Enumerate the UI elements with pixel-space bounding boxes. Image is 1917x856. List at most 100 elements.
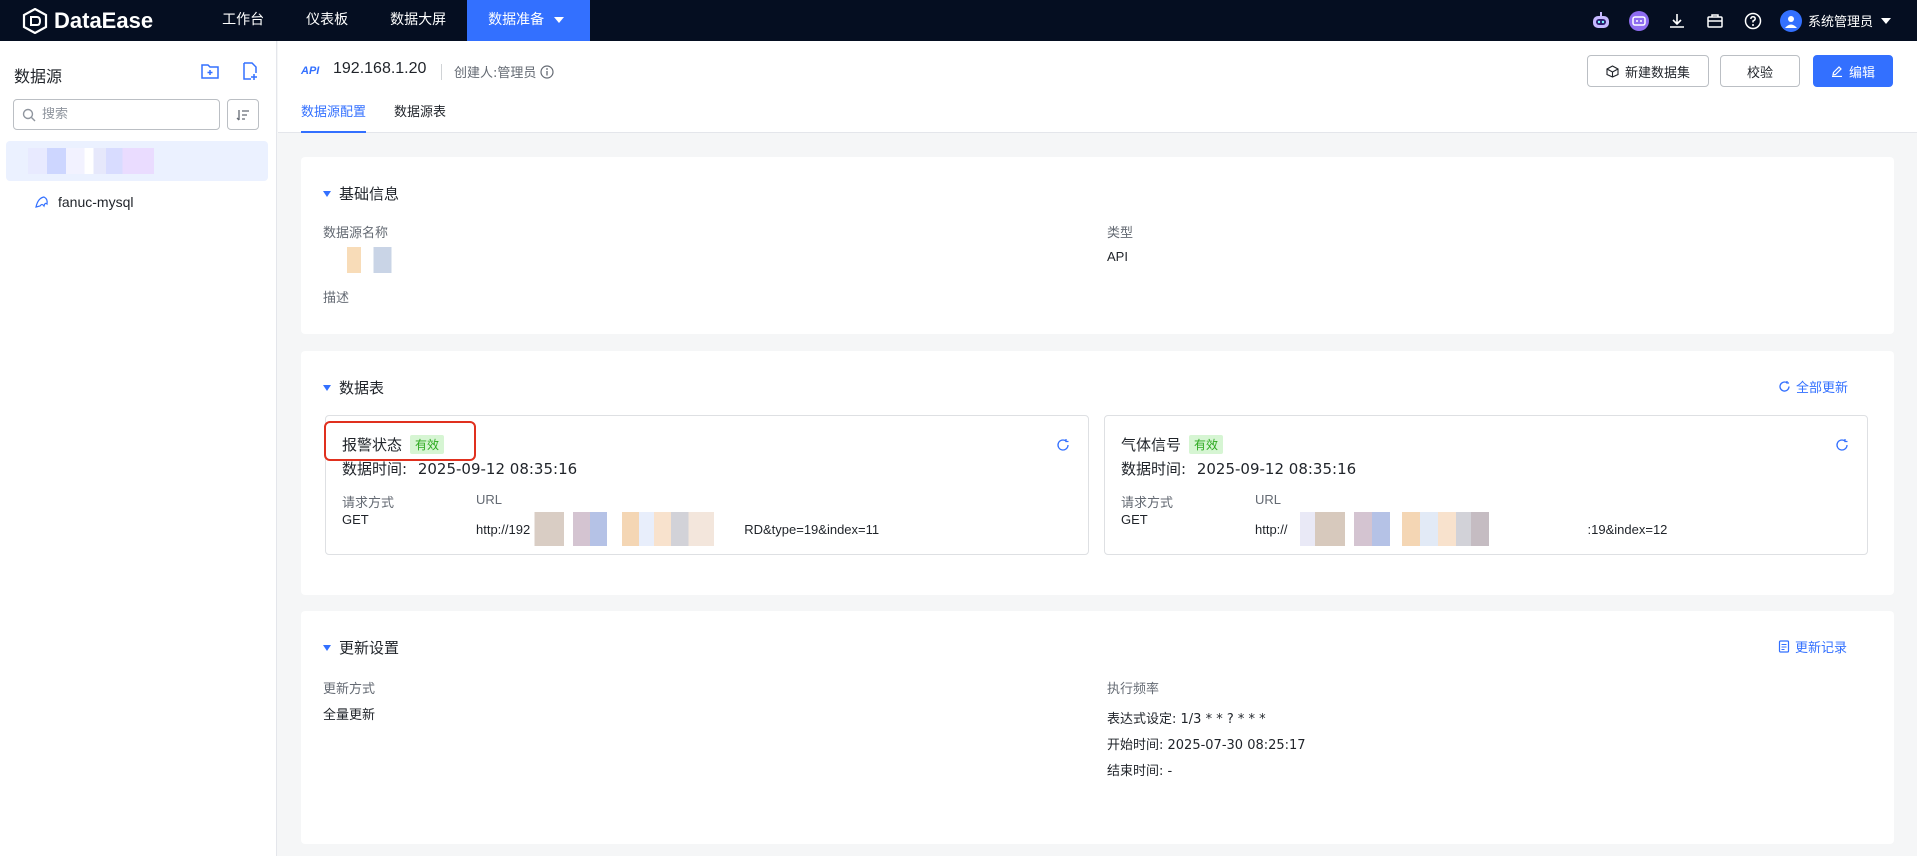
new-dataset-label: 新建数据集: [1624, 65, 1690, 81]
nav-data-prep[interactable]: 数据准备: [467, 0, 591, 41]
tab-datasource-config[interactable]: 数据源配置: [301, 101, 367, 133]
update-mode-label: 更新方式: [323, 682, 376, 697]
refresh-icon: [1779, 381, 1790, 392]
datasource-sidebar: 数据源 fanuc-mysql: [0, 41, 277, 856]
basic-info-title[interactable]: 基础信息: [323, 183, 399, 204]
robot-icon[interactable]: [1590, 10, 1612, 32]
new-file-icon[interactable]: [239, 60, 261, 82]
blurred-label: [28, 148, 154, 174]
update-settings-card: 更新设置 更新记录 更新方式 全量更新 执行频率 表达式设定: 1/3 * * …: [301, 611, 1894, 844]
url-suffix: RD&type=19&index=11: [744, 521, 880, 537]
blurred-ds-name: [334, 247, 398, 273]
new-folder-icon[interactable]: [199, 60, 221, 82]
url-prefix: http://192: [476, 521, 531, 537]
data-time: 数据时间: 2025-09-12 08:35:16: [1121, 458, 1356, 479]
dataease-logo-icon: [22, 7, 48, 34]
data-tables-title-text: 数据表: [339, 379, 385, 397]
update-mode-value: 全量更新: [323, 708, 376, 723]
method-value: GET: [1121, 512, 1148, 527]
basic-info-title-text: 基础信息: [339, 185, 400, 203]
api-type-tag: API: [301, 65, 320, 77]
info-icon[interactable]: [540, 64, 554, 79]
edit-button[interactable]: 编辑: [1813, 55, 1893, 87]
collapse-caret-icon: [323, 644, 331, 651]
tab-datasource-tables[interactable]: 数据源表: [394, 101, 446, 133]
collapse-caret-icon: [323, 190, 331, 197]
method-value: GET: [342, 512, 369, 527]
url-prefix: http://: [1255, 521, 1288, 537]
search-input[interactable]: [42, 107, 212, 122]
new-dataset-button[interactable]: 新建数据集: [1587, 55, 1709, 87]
briefcase-icon[interactable]: [1704, 10, 1726, 32]
collapse-caret-icon: [323, 384, 331, 391]
table-card-gas-signal[interactable]: 气体信号 有效 数据时间: 2025-09-12 08:35:16 请求方式 G…: [1104, 415, 1868, 555]
datasource-header: API 192.168.1.20 创建人:管理员 数据源配置 数据源表 新建数据…: [278, 41, 1917, 133]
url-label: URL: [1255, 492, 1282, 507]
nav-data-screen[interactable]: 数据大屏: [369, 0, 467, 41]
tabs: 数据源配置 数据源表: [301, 101, 474, 133]
divider: [441, 64, 442, 80]
highlight-box: [324, 421, 476, 461]
creator-info: 创建人:管理员: [454, 62, 554, 81]
document-icon: [1778, 640, 1790, 653]
tree-item-selected[interactable]: [6, 141, 268, 181]
type-value: API: [1107, 249, 1128, 264]
app-logo[interactable]: DataEase: [22, 7, 154, 34]
search-box: [13, 99, 220, 130]
top-navbar: DataEase 工作台 仪表板 数据大屏 数据准备 系统管理员: [0, 0, 1917, 41]
frequency-label: 执行频率: [1107, 682, 1160, 697]
url-suffix: :19&index=12: [1587, 521, 1668, 537]
table-name-text: 气体信号: [1121, 436, 1182, 454]
update-settings-title[interactable]: 更新设置: [323, 637, 399, 658]
url-value: http://192 RD&type=19&index=11: [476, 512, 879, 546]
caret-down-icon: [1881, 17, 1891, 24]
data-tables-title[interactable]: 数据表: [323, 377, 384, 398]
data-time: 数据时间: 2025-09-12 08:35:16: [342, 458, 577, 479]
cube-icon: [1606, 64, 1619, 78]
url-value: http:// :19&index=12: [1255, 512, 1667, 546]
app-name: DataEase: [54, 7, 154, 33]
sort-button[interactable]: [227, 99, 259, 130]
data-time-value: 2025-09-12 08:35:16: [1196, 460, 1357, 478]
sidebar-title: 数据源: [14, 67, 63, 86]
data-time-label: 数据时间:: [1121, 460, 1187, 478]
nav-dashboard[interactable]: 仪表板: [285, 0, 369, 41]
sort-icon: [236, 109, 249, 120]
type-label: 类型: [1107, 226, 1134, 241]
download-icon[interactable]: [1666, 10, 1688, 32]
refresh-all-label: 全部更新: [1796, 381, 1849, 396]
tree-item-label: fanuc-mysql: [58, 194, 134, 210]
tree-item-fanuc-mysql[interactable]: fanuc-mysql: [6, 182, 268, 222]
datasource-name: 192.168.1.20: [333, 60, 427, 77]
update-record-label: 更新记录: [1795, 641, 1848, 656]
basic-info-card: 基础信息 数据源名称 描述 类型 API: [301, 157, 1894, 334]
refresh-icon[interactable]: [1835, 438, 1849, 452]
chat-icon[interactable]: [1628, 10, 1650, 32]
method-label: 请求方式: [1121, 496, 1174, 511]
refresh-icon[interactable]: [1056, 438, 1070, 452]
mysql-icon: [35, 196, 48, 208]
blurred-url: [530, 512, 745, 546]
help-icon[interactable]: [1742, 10, 1764, 32]
main-nav: 工作台 仪表板 数据大屏 数据准备: [201, 0, 591, 41]
data-time-label: 数据时间:: [342, 460, 408, 478]
avatar: [1779, 9, 1802, 32]
method-label: 请求方式: [342, 496, 395, 511]
top-tools: 系统管理员: [1574, 0, 1891, 41]
end-time: 结束时间: -: [1107, 764, 1173, 779]
nav-workbench[interactable]: 工作台: [201, 0, 285, 41]
user-menu[interactable]: 系统管理员: [1779, 9, 1891, 32]
description-label: 描述: [323, 291, 350, 306]
main-content: API 192.168.1.20 创建人:管理员 数据源配置 数据源表 新建数据…: [278, 41, 1917, 856]
blurred-url: [1287, 512, 1588, 546]
creator-text: 创建人:管理员: [454, 66, 537, 81]
data-time-value: 2025-09-12 08:35:16: [417, 460, 578, 478]
start-time: 开始时间: 2025-07-30 08:25:17: [1107, 738, 1306, 753]
status-badge: 有效: [1189, 435, 1224, 454]
table-name: 气体信号 有效: [1121, 434, 1224, 455]
cron-expression: 表达式设定: 1/3 * * ? * * *: [1107, 712, 1266, 727]
refresh-all-button[interactable]: 全部更新: [1778, 377, 1848, 396]
update-record-button[interactable]: 更新记录: [1778, 637, 1847, 656]
ds-name-label: 数据源名称: [323, 226, 389, 241]
validate-button[interactable]: 校验: [1720, 55, 1800, 87]
